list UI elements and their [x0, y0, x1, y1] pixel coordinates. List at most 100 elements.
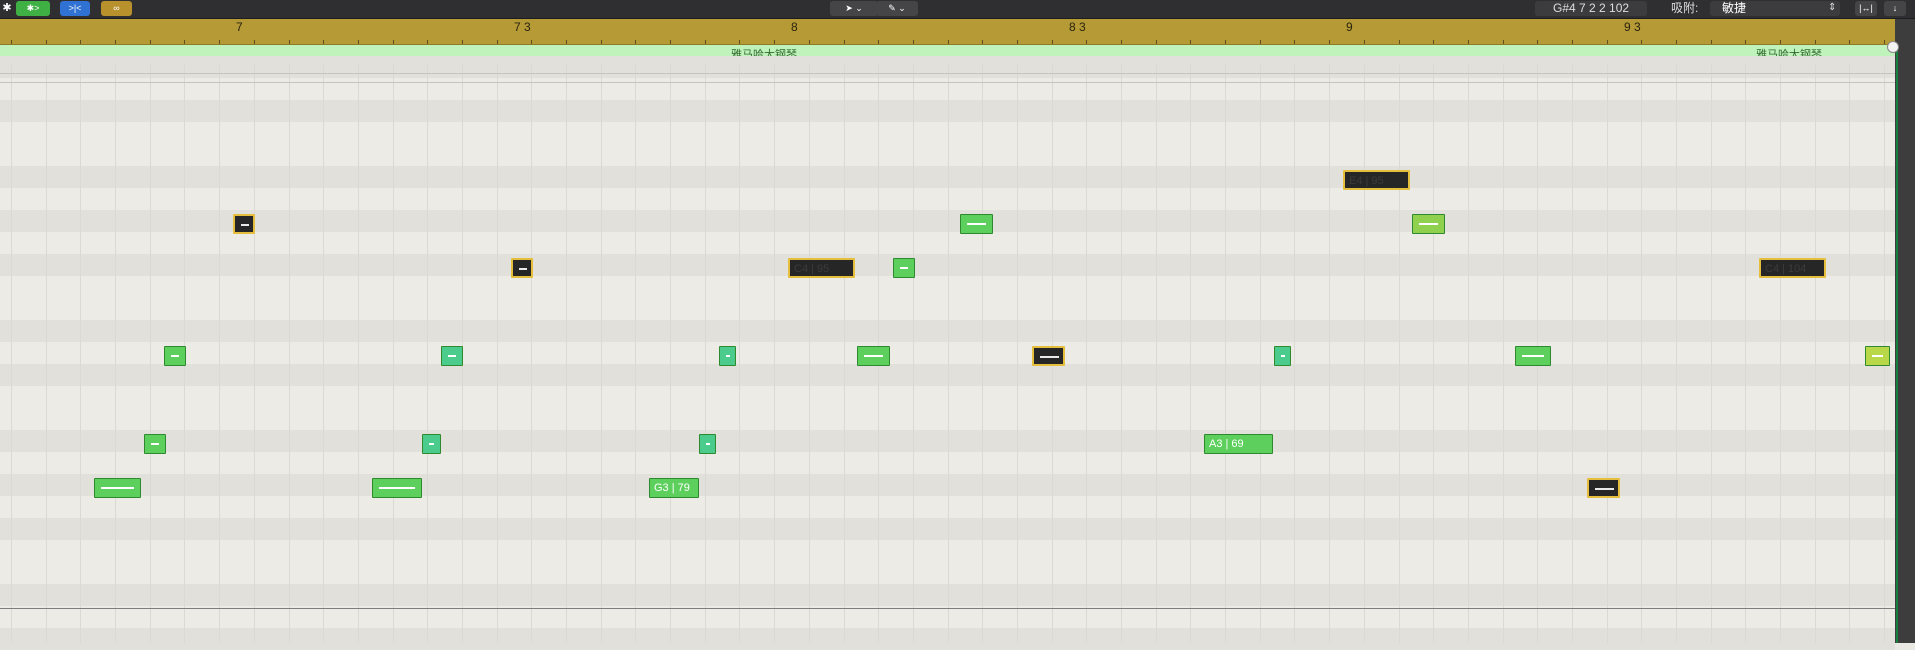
- grid-line: [80, 63, 81, 643]
- midi-note[interactable]: [441, 346, 463, 366]
- midi-note[interactable]: [422, 434, 441, 454]
- snap-select[interactable]: 敏捷 ⇕: [1710, 1, 1840, 16]
- grid-line: [774, 63, 775, 643]
- piano-roll-grid[interactable]: [0, 56, 1915, 650]
- grid-line: [219, 63, 220, 643]
- midi-note[interactable]: [893, 258, 915, 278]
- ruler-tick: [531, 40, 532, 44]
- pencil-tool-menu[interactable]: ✎ ⌄: [876, 1, 918, 16]
- ruler-tick: [1503, 40, 1504, 44]
- midi-note[interactable]: [1515, 346, 1551, 366]
- velocity-bar: [429, 443, 434, 445]
- grid-line: [1156, 63, 1157, 643]
- ruler-tick: [878, 40, 879, 44]
- grid-line: [982, 63, 983, 643]
- playhead-handle-icon[interactable]: [1887, 41, 1899, 53]
- grid-line: [566, 63, 567, 643]
- note-label: C4 | 95: [794, 263, 830, 275]
- velocity-bar: [171, 355, 179, 357]
- ruler-tick: [1017, 40, 1018, 44]
- ruler-tick: [219, 40, 220, 44]
- snap-select-value: 敏捷: [1722, 1, 1747, 15]
- midi-in-icon: ✱: [2, 2, 12, 14]
- link-button[interactable]: ∞: [101, 1, 132, 16]
- midi-note-selected[interactable]: C4 | 104: [1759, 258, 1826, 278]
- midi-note[interactable]: [164, 346, 186, 366]
- octave-divider: [0, 608, 1895, 609]
- ruler-tick: [844, 40, 845, 44]
- playhead[interactable]: [1896, 45, 1898, 643]
- midi-note[interactable]: [94, 478, 141, 498]
- ruler-tick: [1433, 40, 1434, 44]
- ruler-tick: [1156, 40, 1157, 44]
- fit-width-button[interactable]: |↔|: [1855, 1, 1877, 16]
- midi-note[interactable]: [857, 346, 890, 366]
- ruler-tick: [393, 40, 394, 44]
- grid-line: [358, 63, 359, 643]
- midi-note[interactable]: [960, 214, 993, 234]
- midi-note-selected[interactable]: [1587, 478, 1620, 498]
- grid-line: [254, 63, 255, 643]
- arrow-down-icon: ↓: [1892, 3, 1898, 13]
- midi-thru-icon: ✱>: [26, 3, 40, 13]
- ruler-bar-label: 9 3: [1624, 20, 1641, 34]
- midi-note[interactable]: [372, 478, 422, 498]
- bar-ruler[interactable]: 77 388 399 310: [0, 19, 1915, 45]
- grid-line: [1780, 63, 1781, 643]
- ruler-tick: [1607, 40, 1608, 44]
- midi-note[interactable]: [1865, 346, 1890, 366]
- ruler-tick: [566, 40, 567, 44]
- ruler-tick: [774, 40, 775, 44]
- velocity-bar: [1872, 355, 1883, 357]
- ruler-tick: [497, 40, 498, 44]
- ruler-tick: [1676, 40, 1677, 44]
- ruler-tick: [1884, 40, 1885, 44]
- octave-line: [0, 82, 1895, 83]
- midi-note-selected[interactable]: E4 | 95: [1343, 170, 1410, 190]
- arrow-pointer-icon: ➤ ⌄: [845, 3, 863, 13]
- grid-line: [497, 63, 498, 643]
- midi-note[interactable]: [144, 434, 166, 454]
- midi-note[interactable]: [1412, 214, 1445, 234]
- grid-line: [1399, 63, 1400, 643]
- ruler-tick: [1260, 40, 1261, 44]
- midi-note[interactable]: [1274, 346, 1291, 366]
- grid-line: [1017, 63, 1018, 643]
- ruler-bar-label: 7 3: [514, 20, 531, 34]
- ruler-bar-label: 9: [1346, 20, 1353, 34]
- midi-note[interactable]: G3 | 79: [649, 478, 699, 498]
- velocity-bar: [379, 487, 415, 489]
- ruler-tick: [1711, 40, 1712, 44]
- midi-note-selected[interactable]: C4 | 95: [788, 258, 855, 278]
- velocity-bar: [706, 443, 710, 445]
- ruler-tick: [635, 40, 636, 44]
- grid-line: [1468, 63, 1469, 643]
- midi-note[interactable]: [719, 346, 736, 366]
- scroll-down-button[interactable]: ↓: [1884, 1, 1906, 16]
- note-label: C4 | 104: [1765, 263, 1807, 275]
- grid-line: [1433, 63, 1434, 643]
- midi-note[interactable]: A3 | 69: [1204, 434, 1273, 454]
- ruler-tick: [358, 40, 359, 44]
- ruler-tick: [739, 40, 740, 44]
- grid-line: [635, 63, 636, 643]
- midi-note-selected[interactable]: [1032, 346, 1065, 366]
- grid-line: [1849, 63, 1850, 643]
- grid-line: [427, 63, 428, 643]
- midi-in-button[interactable]: ✱: [0, 1, 14, 16]
- catch-button[interactable]: >|<: [60, 1, 90, 16]
- velocity-bar: [448, 355, 456, 357]
- ruler-tick: [1225, 40, 1226, 44]
- midi-note-selected[interactable]: [233, 214, 255, 234]
- midi-note-selected[interactable]: [511, 258, 533, 278]
- pointer-tool-menu[interactable]: ➤ ⌄: [830, 1, 878, 16]
- velocity-bar: [151, 443, 159, 445]
- velocity-bar: [1419, 223, 1438, 225]
- ruler-tick: [1086, 40, 1087, 44]
- midi-thru-button[interactable]: ✱>: [16, 1, 50, 16]
- updown-chevron-icon: ⇕: [1828, 2, 1837, 13]
- grid-line: [1190, 63, 1191, 643]
- midi-note[interactable]: [699, 434, 716, 454]
- grid-line: [323, 63, 324, 643]
- velocity-bar: [864, 355, 883, 357]
